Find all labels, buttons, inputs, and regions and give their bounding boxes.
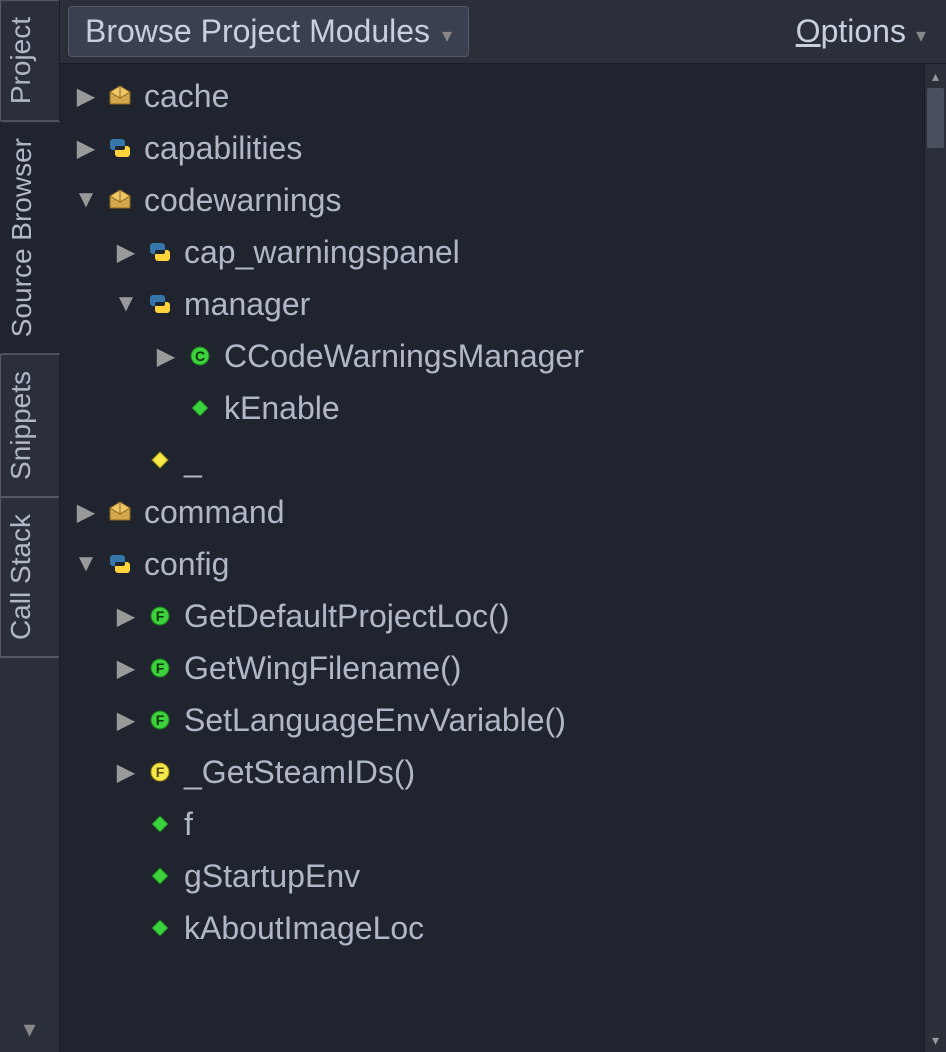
disclosure-open-icon[interactable]: ▼ xyxy=(112,290,140,318)
var-green-icon xyxy=(186,394,214,422)
tree-item[interactable]: ▶ _GetSteamIDs() xyxy=(68,746,924,798)
tree-item[interactable]: ▼ config xyxy=(68,538,924,590)
func-green-icon xyxy=(146,706,174,734)
tree-item[interactable]: ▶ capabilities xyxy=(68,122,924,174)
tab-snippets[interactable]: Snippets xyxy=(0,354,59,497)
var-green-icon xyxy=(146,862,174,890)
tree-item[interactable]: ▶ GetDefaultProjectLoc() xyxy=(68,590,924,642)
options-menu-button[interactable]: Options xyxy=(784,7,938,56)
tree-item-label: _GetSteamIDs() xyxy=(180,754,415,791)
tree-item[interactable]: ▶ CCodeWarningsManager xyxy=(68,330,924,382)
var-green-icon xyxy=(146,914,174,942)
disclosure-closed-icon[interactable]: ▶ xyxy=(72,82,100,111)
tree-item-label: gStartupEnv xyxy=(180,858,360,895)
disclosure-closed-icon[interactable]: ▶ xyxy=(112,238,140,267)
tree-item-label: CCodeWarningsManager xyxy=(220,338,584,375)
tree-container: ▶cache▶capabilities▼codewarnings▶cap_war… xyxy=(60,64,946,1052)
tree-item[interactable]: ▶ cache xyxy=(68,70,924,122)
tree-item-label: cap_warningspanel xyxy=(180,234,460,271)
var-yellow-icon xyxy=(146,446,174,474)
disclosure-closed-icon[interactable]: ▶ xyxy=(112,654,140,683)
var-green-icon xyxy=(146,810,174,838)
tree-item[interactable]: f xyxy=(68,798,924,850)
scroll-up-arrow[interactable]: ▴ xyxy=(925,64,946,88)
disclosure-closed-icon[interactable]: ▶ xyxy=(112,706,140,735)
tree-item[interactable]: ▼ codewarnings xyxy=(68,174,924,226)
tree-item[interactable]: ▶ cap_warningspanel xyxy=(68,226,924,278)
func-yellow-icon xyxy=(146,758,174,786)
package-icon xyxy=(106,498,134,526)
tab-call-stack[interactable]: Call Stack xyxy=(0,497,59,657)
chevron-down-icon xyxy=(916,13,926,50)
tabstrip-spacer xyxy=(0,657,59,1007)
disclosure-closed-icon[interactable]: ▶ xyxy=(72,498,100,527)
vertical-scrollbar[interactable]: ▴ ▾ xyxy=(924,64,946,1052)
tree-item-label: GetDefaultProjectLoc() xyxy=(180,598,509,635)
tree-item-label: cache xyxy=(140,78,229,115)
disclosure-open-icon[interactable]: ▼ xyxy=(72,186,100,214)
tree-item[interactable]: ▶ command xyxy=(68,486,924,538)
tree-item[interactable]: ▶ GetWingFilename() xyxy=(68,642,924,694)
chevron-down-icon xyxy=(442,13,452,50)
disclosure-closed-icon[interactable]: ▶ xyxy=(112,758,140,787)
tree-item-label: kEnable xyxy=(220,390,340,427)
tree-item-label: config xyxy=(140,546,229,583)
module-tree[interactable]: ▶cache▶capabilities▼codewarnings▶cap_war… xyxy=(60,64,924,1052)
sidebar-tabstrip: Project Source Browser Snippets Call Sta… xyxy=(0,0,60,1052)
tree-item-label: f xyxy=(180,806,193,843)
tree-item[interactable]: kAboutImageLoc xyxy=(68,902,924,954)
tree-item[interactable]: ▶ SetLanguageEnvVariable() xyxy=(68,694,924,746)
browse-mode-dropdown[interactable]: Browse Project Modules xyxy=(68,6,469,57)
disclosure-open-icon[interactable]: ▼ xyxy=(72,550,100,578)
source-browser-panel: Browse Project Modules Options ▶ cache ▶ ca… xyxy=(60,0,946,1052)
tab-source-browser[interactable]: Source Browser xyxy=(0,121,60,354)
tree-item[interactable]: _ xyxy=(68,434,924,486)
options-label: Options xyxy=(796,13,906,50)
func-green-icon xyxy=(146,602,174,630)
disclosure-closed-icon[interactable]: ▶ xyxy=(152,342,180,371)
tree-item[interactable]: kEnable xyxy=(68,382,924,434)
tree-item-label: _ xyxy=(180,442,202,479)
package-icon xyxy=(106,186,134,214)
class-icon xyxy=(186,342,214,370)
package-icon xyxy=(106,82,134,110)
python-icon xyxy=(106,134,134,162)
tree-item-label: GetWingFilename() xyxy=(180,650,461,687)
tree-item-label: capabilities xyxy=(140,130,302,167)
scroll-thumb[interactable] xyxy=(927,88,944,148)
disclosure-closed-icon[interactable]: ▶ xyxy=(72,134,100,163)
disclosure-closed-icon[interactable]: ▶ xyxy=(112,602,140,631)
python-icon xyxy=(146,290,174,318)
tree-item-label: manager xyxy=(180,286,310,323)
tab-project[interactable]: Project xyxy=(0,0,59,121)
func-green-icon xyxy=(146,654,174,682)
tree-item-label: kAboutImageLoc xyxy=(180,910,424,947)
tree-item-label: codewarnings xyxy=(140,182,341,219)
toolbar: Browse Project Modules Options xyxy=(60,0,946,64)
python-icon xyxy=(106,550,134,578)
tabstrip-overflow-arrow[interactable]: ▾ xyxy=(0,1007,59,1052)
tree-item[interactable]: ▼ manager xyxy=(68,278,924,330)
scroll-down-arrow[interactable]: ▾ xyxy=(925,1028,946,1052)
browse-mode-label: Browse Project Modules xyxy=(85,13,430,50)
tree-item[interactable]: gStartupEnv xyxy=(68,850,924,902)
python-icon xyxy=(146,238,174,266)
tree-item-label: command xyxy=(140,494,285,531)
tree-item-label: SetLanguageEnvVariable() xyxy=(180,702,566,739)
